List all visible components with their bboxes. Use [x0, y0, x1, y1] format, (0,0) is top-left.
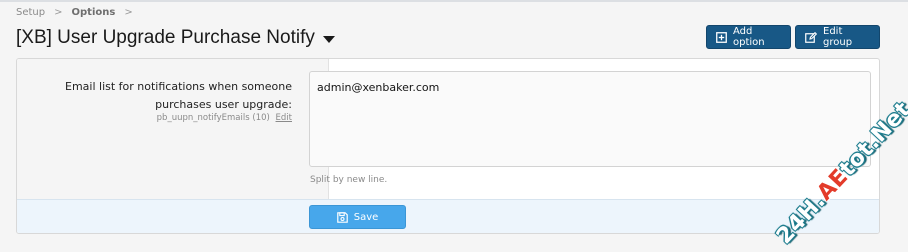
option-label: Email list for notifications when someon…: [65, 80, 292, 111]
breadcrumb-separator: >: [54, 7, 63, 18]
plus-square-icon: [716, 31, 727, 43]
caret-down-icon[interactable]: [322, 35, 335, 43]
breadcrumb-separator: >: [124, 7, 133, 18]
option-meta: pb_uupn_notifyEmails (10) Edit: [157, 113, 292, 123]
breadcrumb-options[interactable]: Options: [72, 7, 116, 18]
edit-group-button[interactable]: Edit group: [795, 25, 880, 49]
option-id: pb_uupn_notifyEmails (10): [156, 113, 270, 123]
form-footer: Save: [17, 199, 879, 233]
add-option-label: Add option: [733, 26, 765, 48]
add-option-button[interactable]: Add option: [706, 25, 791, 49]
breadcrumb-setup[interactable]: Setup: [16, 7, 45, 18]
top-border: [0, 0, 908, 2]
save-icon: [336, 211, 348, 223]
option-hint: Split by new line.: [310, 175, 388, 185]
option-label-column: Email list for notifications when someon…: [17, 59, 329, 199]
save-label: Save: [353, 211, 379, 223]
page-title-text: [XB] User Upgrade Purchase Notify: [16, 27, 315, 48]
breadcrumb: Setup > Options >: [16, 7, 142, 18]
notify-emails-textarea[interactable]: admin@xenbaker.com: [309, 71, 871, 167]
edit-icon: [805, 31, 817, 43]
edit-group-label: Edit group: [823, 26, 853, 48]
save-button[interactable]: Save: [309, 205, 406, 229]
page-title[interactable]: [XB] User Upgrade Purchase Notify: [16, 27, 335, 49]
option-edit-link[interactable]: Edit: [276, 113, 292, 123]
options-panel: Email list for notifications when someon…: [16, 58, 880, 234]
